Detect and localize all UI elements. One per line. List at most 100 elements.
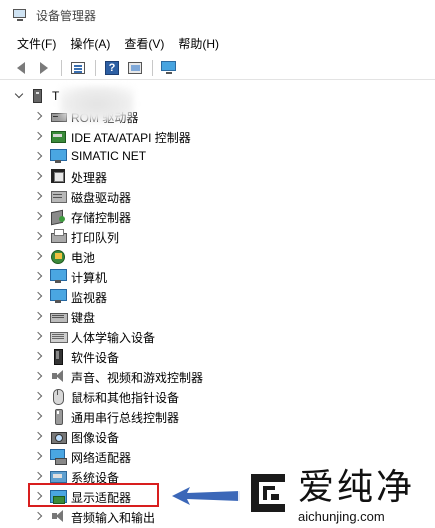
tree-item-disk-drives[interactable]: 磁盘驱动器 <box>0 186 435 206</box>
tree-item-label: SIMATIC NET <box>71 149 147 163</box>
hid-icon <box>50 328 68 344</box>
update-driver-icon <box>128 61 142 74</box>
collapse-chevron-icon[interactable] <box>35 112 43 120</box>
storage-controller-icon <box>50 208 66 224</box>
back-button[interactable] <box>10 58 32 78</box>
toolbar-separator <box>61 59 62 76</box>
mouse-icon <box>50 388 66 405</box>
forward-arrow-icon <box>40 61 48 74</box>
toolbar-separator <box>95 59 96 76</box>
scan-hardware-monitor-icon <box>161 60 177 75</box>
tree-item-mice[interactable]: 鼠标和其他指针设备 <box>0 386 435 406</box>
properties-button[interactable] <box>67 58 89 78</box>
tree-item-label: IDE ATA/ATAPI 控制器 <box>71 131 191 145</box>
tree-item-imaging-devices[interactable]: 图像设备 <box>0 426 435 446</box>
callout-arrow-icon <box>172 487 240 505</box>
tree-item-label: 键盘 <box>71 311 96 325</box>
menu-help[interactable]: 帮助(H) <box>171 35 226 52</box>
scan-hardware-button[interactable] <box>158 58 180 78</box>
collapse-chevron-icon[interactable] <box>35 312 43 320</box>
collapse-chevron-icon[interactable] <box>35 252 43 260</box>
collapse-chevron-icon[interactable] <box>35 512 43 520</box>
watermark-brand: 爱纯净 <box>298 467 416 508</box>
tree-item-storage-controllers[interactable]: 存储控制器 <box>0 206 435 226</box>
tree-item-label: 软件设备 <box>71 351 120 365</box>
help-button[interactable]: ? <box>101 58 123 78</box>
computer-icon <box>50 268 67 284</box>
redaction-blur <box>60 86 134 122</box>
monitor-icon <box>50 288 67 304</box>
collapse-chevron-icon[interactable] <box>35 372 43 380</box>
collapse-chevron-icon[interactable] <box>35 152 43 160</box>
collapse-chevron-icon[interactable] <box>35 212 43 220</box>
printer-icon <box>50 228 67 244</box>
tree-item-label: 音频输入和输出 <box>71 511 156 525</box>
collapse-chevron-icon[interactable] <box>35 172 43 180</box>
computer-tower-icon <box>31 88 45 104</box>
expand-chevron-icon[interactable] <box>14 90 24 100</box>
tree-item-usb-controllers[interactable]: 通用串行总线控制器 <box>0 406 435 426</box>
network-monitor-icon <box>50 148 67 164</box>
tree-item-label: 存储控制器 <box>71 211 132 225</box>
tree-item-software-devices[interactable]: 软件设备 <box>0 346 435 366</box>
toolbar-separator <box>152 59 153 76</box>
collapse-chevron-icon[interactable] <box>35 232 43 240</box>
tree-item-keyboards[interactable]: 键盘 <box>0 306 435 326</box>
collapse-chevron-icon[interactable] <box>35 292 43 300</box>
highlight-box <box>28 483 159 507</box>
window-title: 设备管理器 <box>36 8 97 23</box>
watermark-logo-icon <box>251 474 285 512</box>
disk-drive-icon <box>50 188 67 204</box>
help-icon: ? <box>105 60 119 75</box>
tree-item-processors[interactable]: 处理器 <box>0 166 435 186</box>
network-adapter-icon <box>50 448 67 465</box>
forward-button[interactable] <box>33 58 55 78</box>
tree-item-label: 磁盘驱动器 <box>71 191 132 205</box>
system-device-icon <box>50 468 67 484</box>
software-device-icon <box>50 348 66 365</box>
menu-action[interactable]: 操作(A) <box>63 35 117 52</box>
tree-item-label: 人体学输入设备 <box>71 331 156 345</box>
tree-item-label: 电池 <box>71 251 96 265</box>
tree-item-ide-controllers[interactable]: IDE ATA/ATAPI 控制器 <box>0 126 435 146</box>
keyboard-icon <box>50 308 68 324</box>
collapse-chevron-icon[interactable] <box>35 352 43 360</box>
tree-item-sound-video-game[interactable]: 声音、视频和游戏控制器 <box>0 366 435 386</box>
collapse-chevron-icon[interactable] <box>35 272 43 280</box>
tree-root-label: T <box>52 89 60 103</box>
watermark: 爱纯净 aichunjing.com <box>238 464 435 528</box>
tree-item-hid[interactable]: 人体学输入设备 <box>0 326 435 346</box>
tree-item-label: 计算机 <box>71 271 108 285</box>
tree-item-computer[interactable]: 计算机 <box>0 266 435 286</box>
tree-item-print-queues[interactable]: 打印队列 <box>0 226 435 246</box>
tree-item-label: 鼠标和其他指针设备 <box>71 391 180 405</box>
collapse-chevron-icon[interactable] <box>35 412 43 420</box>
collapse-chevron-icon[interactable] <box>35 392 43 400</box>
device-manager-app-icon <box>12 8 28 22</box>
update-driver-button[interactable] <box>124 58 146 78</box>
menu-file[interactable]: 文件(F) <box>10 35 63 52</box>
tree-item-label: 打印队列 <box>71 231 120 245</box>
title-bar: 设备管理器 <box>0 0 435 30</box>
collapse-chevron-icon[interactable] <box>35 432 43 440</box>
menu-view[interactable]: 查看(V) <box>117 35 171 52</box>
collapse-chevron-icon[interactable] <box>35 332 43 340</box>
tree-item-label: 声音、视频和游戏控制器 <box>71 371 204 385</box>
device-tree[interactable]: T ROM 驱动器 IDE ATA/ATAPI 控制器 SIMATIC NET … <box>0 82 435 528</box>
tree-item-network-adapters[interactable]: 网络适配器 <box>0 446 435 466</box>
tree-item-label: 监视器 <box>71 291 108 305</box>
tree-item-simatic-net[interactable]: SIMATIC NET <box>0 146 435 166</box>
camera-icon <box>50 428 67 444</box>
audio-io-icon <box>50 508 66 524</box>
collapse-chevron-icon[interactable] <box>35 452 43 460</box>
collapse-chevron-icon[interactable] <box>35 472 43 480</box>
usb-icon <box>50 408 66 425</box>
properties-icon <box>71 61 85 74</box>
tree-item-batteries[interactable]: 电池 <box>0 246 435 266</box>
collapse-chevron-icon[interactable] <box>35 132 43 140</box>
battery-icon <box>50 248 66 264</box>
collapse-chevron-icon[interactable] <box>35 192 43 200</box>
tree-item-label: 图像设备 <box>71 431 120 445</box>
tree-item-label: 处理器 <box>71 171 108 185</box>
tree-item-monitors[interactable]: 监视器 <box>0 286 435 306</box>
